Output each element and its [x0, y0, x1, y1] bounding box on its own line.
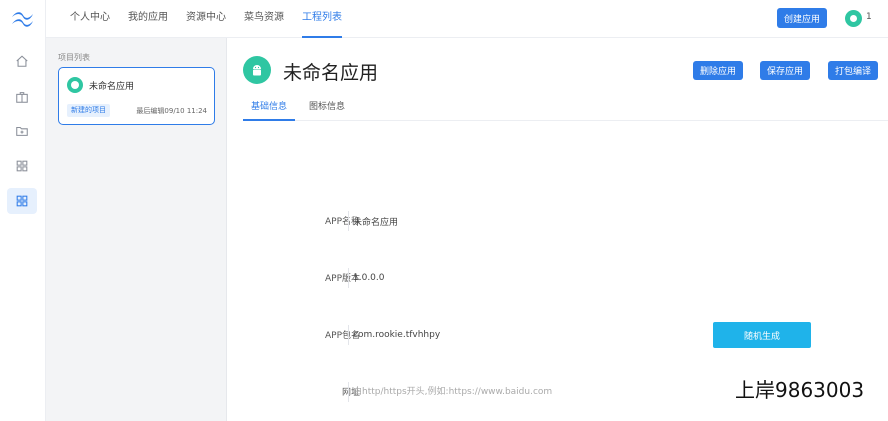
- avatar-count: 1: [866, 12, 872, 22]
- nav-project-list[interactable]: 工程列表: [302, 0, 342, 38]
- grid-icon: [16, 160, 28, 172]
- avatar[interactable]: [845, 10, 862, 27]
- app-version-input[interactable]: [353, 268, 673, 288]
- url-input[interactable]: [353, 382, 673, 402]
- folder-plus-icon: [16, 126, 28, 136]
- project-card[interactable]: 未命名应用 新建的项目 最后编辑09/10 11:24: [58, 67, 215, 125]
- page-title: 未命名应用: [283, 62, 379, 84]
- form-row-name: APP名称: [287, 211, 827, 231]
- briefcase-icon: [16, 92, 28, 103]
- tab-icon-info[interactable]: 图标信息: [301, 96, 353, 121]
- tailwind-logo-icon[interactable]: [8, 8, 38, 30]
- app-window: 个人中心 我的应用 资源中心 菜鸟资源 工程列表 创建应用 1 项目列表 未命名…: [0, 0, 888, 421]
- project-last-edit: 最后编辑09/10 11:24: [136, 107, 207, 115]
- watermark: 上岸9863003: [735, 378, 865, 402]
- grid-icon: [16, 195, 28, 207]
- android-icon: [243, 56, 271, 84]
- form-row-version: APP版本: [287, 268, 827, 288]
- tab-basic-info[interactable]: 基础信息: [243, 96, 296, 121]
- app-package-input[interactable]: [353, 325, 673, 345]
- top-bar: 个人中心 我的应用 资源中心 菜鸟资源 工程列表 创建应用 1: [46, 0, 888, 38]
- rail-grid[interactable]: [7, 153, 37, 179]
- divider: [348, 325, 349, 345]
- rail-briefcase[interactable]: [7, 84, 37, 110]
- divider: [348, 211, 349, 231]
- rail-folder[interactable]: [7, 118, 37, 144]
- delete-app-button[interactable]: 删除应用: [693, 61, 743, 80]
- random-generate-button[interactable]: 随机生成: [713, 322, 811, 348]
- app-name-input[interactable]: [353, 211, 673, 231]
- nav-personal-center[interactable]: 个人中心: [70, 0, 110, 38]
- left-rail: [0, 0, 46, 421]
- save-app-button[interactable]: 保存应用: [760, 61, 810, 80]
- project-name: 未命名应用: [89, 82, 135, 92]
- project-tag: 新建的项目: [67, 104, 110, 117]
- tab-bar: 基础信息 图标信息: [243, 96, 888, 121]
- main-content: 未命名应用 删除应用 保存应用 打包编译 基础信息 图标信息 APP名称 APP…: [227, 38, 888, 421]
- divider: [348, 382, 349, 402]
- build-app-button[interactable]: 打包编译: [828, 61, 878, 80]
- home-icon: [16, 55, 28, 67]
- rail-home[interactable]: [7, 48, 37, 74]
- nav-rookie-resources[interactable]: 菜鸟资源: [244, 0, 284, 38]
- panel-title: 项目列表: [58, 53, 90, 62]
- rail-projects[interactable]: [7, 188, 37, 214]
- divider: [348, 268, 349, 288]
- top-nav: 个人中心 我的应用 资源中心 菜鸟资源 工程列表: [70, 0, 360, 38]
- create-app-button[interactable]: 创建应用: [777, 8, 827, 28]
- nav-my-apps[interactable]: 我的应用: [128, 0, 168, 38]
- nav-resource-center[interactable]: 资源中心: [186, 0, 226, 38]
- android-icon: [67, 77, 83, 93]
- project-panel: 项目列表 未命名应用 新建的项目 最后编辑09/10 11:24: [46, 38, 227, 421]
